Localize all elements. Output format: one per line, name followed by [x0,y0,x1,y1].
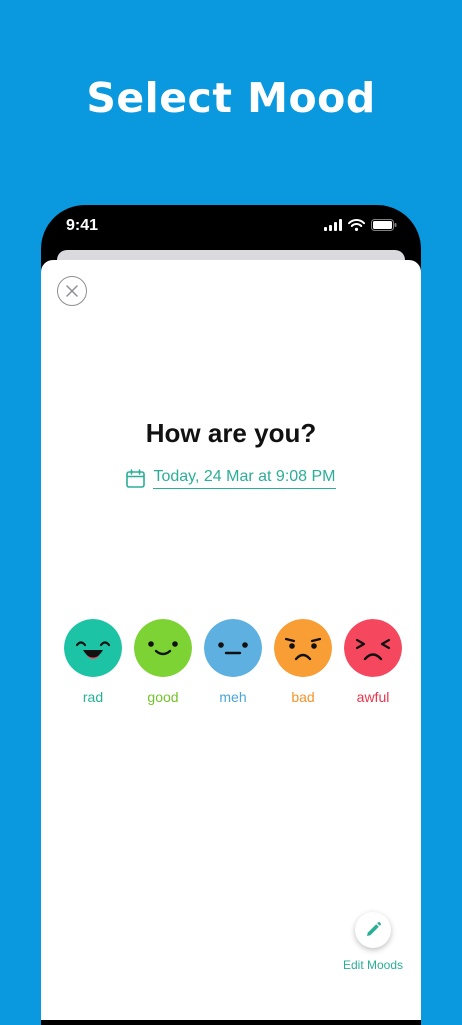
edit-moods[interactable]: Edit Moods [343,912,403,972]
meh-face-circle [204,619,262,677]
mood-label-good: good [147,689,179,705]
screen-title: How are you? [145,418,317,448]
mood-label-awful: awful [356,689,390,705]
mood-label-meh: meh [219,689,247,705]
mood-meh[interactable]: meh [203,619,263,705]
rad-face-circle [64,619,122,677]
rad-face-icon [64,619,122,677]
mood-bad[interactable]: bad [273,619,333,705]
awful-face-circle [344,619,402,677]
mood-options: rad good meh bad awful [63,619,403,705]
edit-moods-button[interactable] [354,912,391,948]
bad-face-icon [274,619,332,677]
status-bar: 9:41 [41,205,421,251]
pencil-icon [366,921,382,936]
close-icon [66,285,78,297]
date-text[interactable]: Today, 24 Mar at 9:08 PM [153,468,336,489]
date-picker[interactable]: Today, 24 Mar at 9:08 PM [41,468,421,489]
close-button[interactable] [57,276,87,306]
calendar-icon [126,469,146,488]
mood-rad[interactable]: rad [63,619,123,705]
mood-label-rad: rad [82,689,104,705]
mood-awful[interactable]: awful [343,619,403,705]
wifi-icon [348,219,365,231]
battery-icon [371,219,397,231]
mood-entry-sheet: How are you? Today, 24 Mar at 9:08 PM ra… [41,260,421,1020]
mood-good[interactable]: good [133,619,193,705]
status-time: 9:41 [66,217,99,234]
good-face-icon [134,619,192,677]
awful-face-icon [344,619,402,677]
meh-face-icon [204,619,262,677]
good-face-circle [134,619,192,677]
mood-label-bad: bad [291,689,315,705]
bad-face-circle [274,619,332,677]
page-headline: Select Mood [86,74,376,122]
edit-moods-label[interactable]: Edit Moods [343,958,403,972]
status-icons [324,219,397,231]
signal-icon [324,219,342,231]
